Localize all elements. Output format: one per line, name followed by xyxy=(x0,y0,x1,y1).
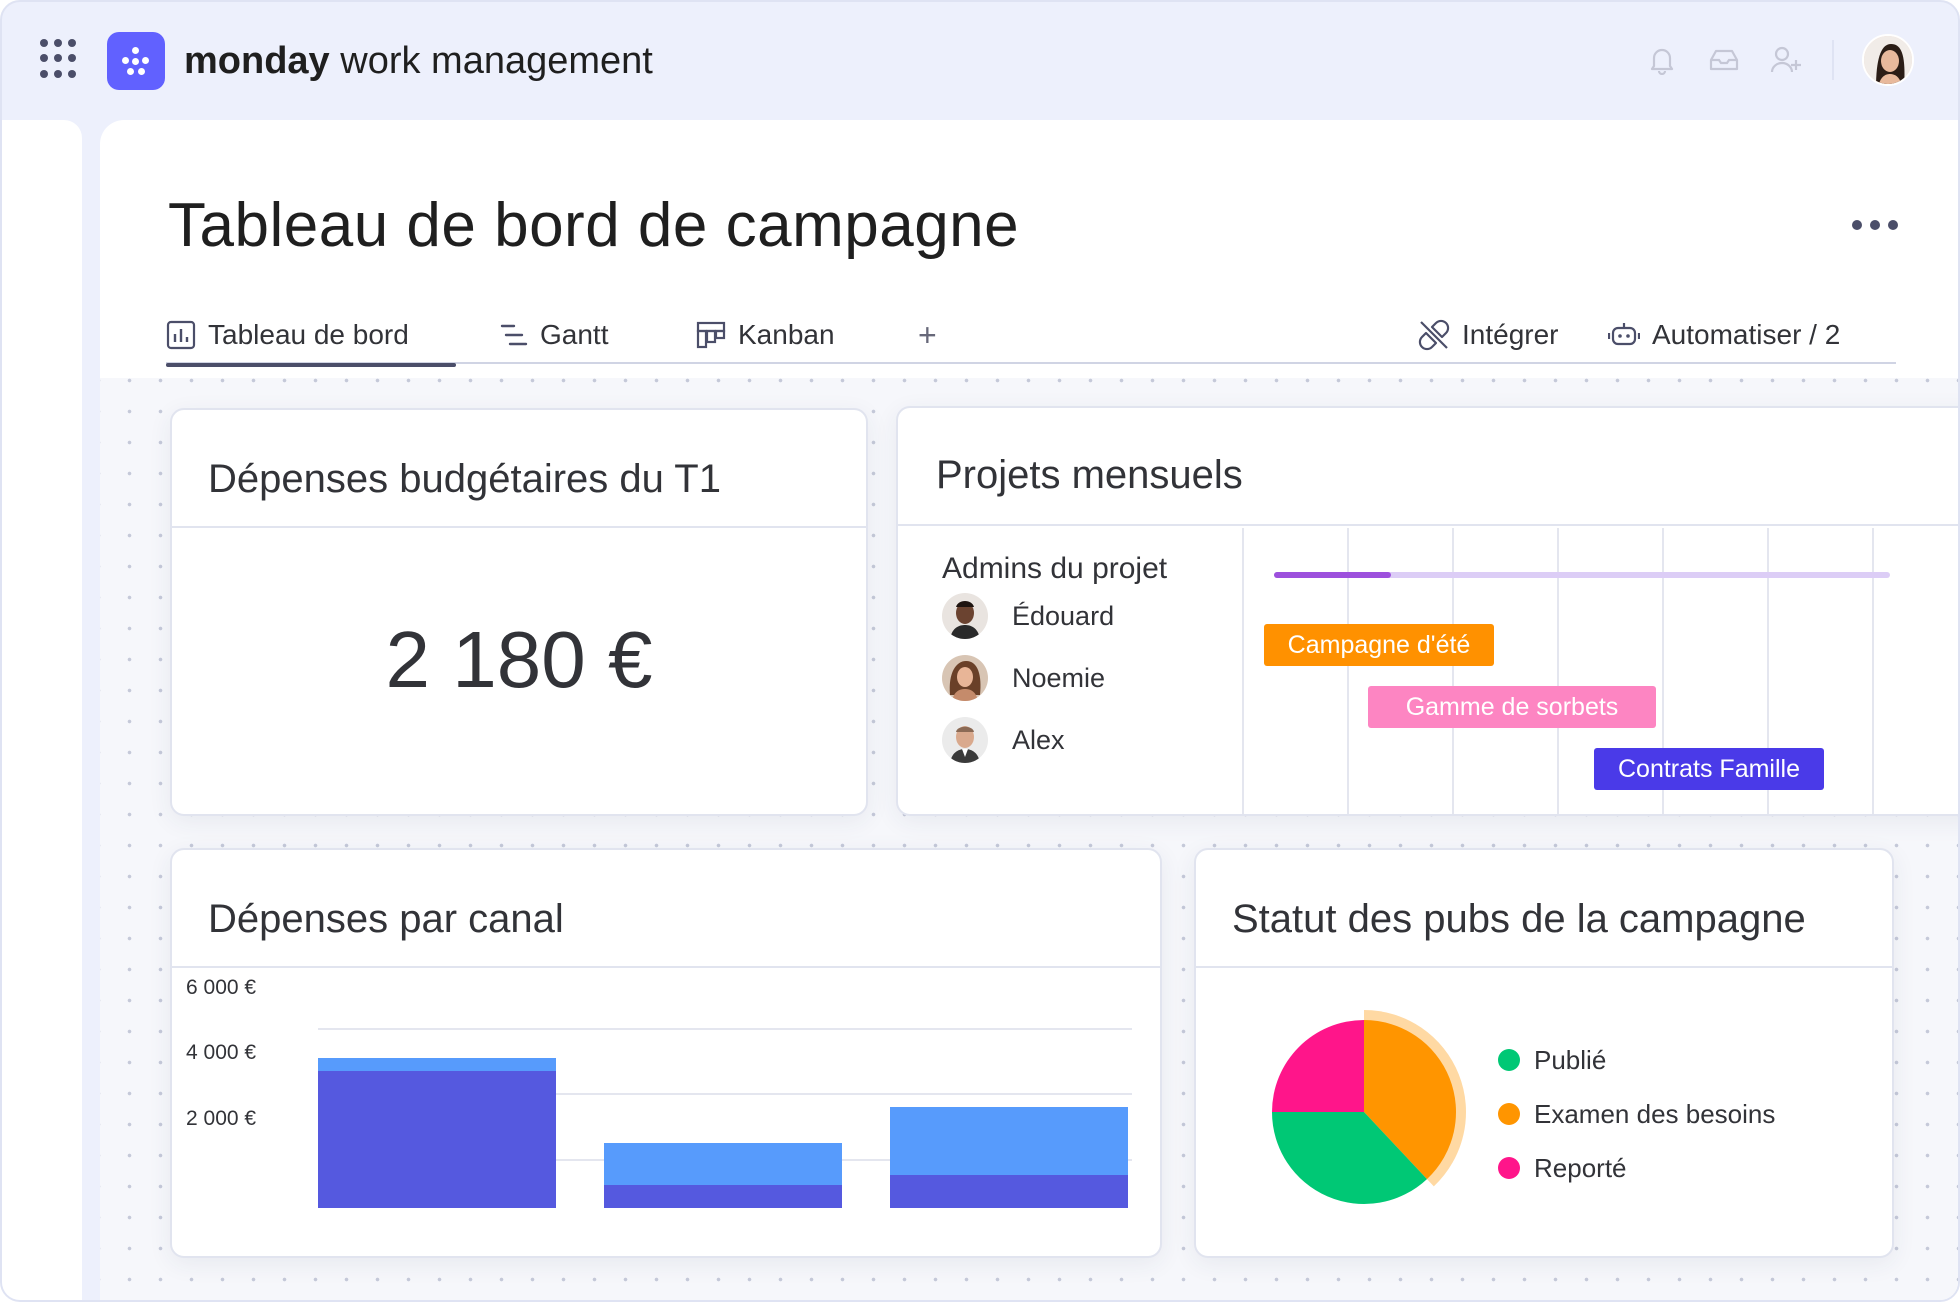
admins-label: Admins du projet xyxy=(942,552,1168,585)
bar-segment[interactable] xyxy=(604,1185,842,1208)
tab-dashboard[interactable]: Tableau de bord xyxy=(166,306,456,367)
status-widget[interactable]: Statut des pubs de la campagne Publié Exa… xyxy=(1194,848,1894,1258)
top-bar: monday work management xyxy=(2,2,1958,120)
legend-item[interactable]: Reporté xyxy=(1498,1150,1627,1186)
legend-label: Publié xyxy=(1534,1044,1607,1075)
bar-segment[interactable] xyxy=(890,1175,1128,1208)
widget-header: Projets mensuels xyxy=(898,408,1958,526)
timeline-progress xyxy=(1274,572,1391,578)
budget-value: 2 180 € xyxy=(385,615,653,704)
list-item[interactable]: Alex xyxy=(942,716,1065,764)
invite-members-icon[interactable] xyxy=(1768,42,1804,78)
automate-button[interactable]: Automatiser / 2 xyxy=(1608,306,1840,364)
chart-gridline xyxy=(318,1028,1132,1030)
dashboard-area: Dépenses budgétaires du T1 2 180 € Proje… xyxy=(100,378,1958,1300)
app-window: monday work management Tableau de bord d… xyxy=(0,0,1960,1302)
widget-title: Dépenses budgétaires du T1 xyxy=(208,457,721,501)
more-options-icon[interactable] xyxy=(1844,220,1898,230)
inbox-icon[interactable] xyxy=(1706,42,1742,78)
list-item[interactable]: Édouard xyxy=(942,592,1114,640)
avatar xyxy=(942,593,988,639)
widget-header: Dépenses par canal xyxy=(172,850,1160,968)
legend-label: Reporté xyxy=(1534,1152,1627,1183)
tab-kanban[interactable]: Kanban xyxy=(696,306,835,364)
y-tick-label: 4 000 € xyxy=(186,1041,257,1065)
gantt-gridline xyxy=(1872,528,1874,814)
gantt-icon xyxy=(500,322,528,348)
tab-gantt[interactable]: Gantt xyxy=(500,306,608,364)
brand-name: monday work management xyxy=(184,40,653,82)
view-tabs: Tableau de bord Gantt Kanban + Intégrer xyxy=(166,306,1896,367)
main-content: Tableau de bord de campagne Tableau de b… xyxy=(100,120,1958,1300)
widget-title: Statut des pubs de la campagne xyxy=(1232,897,1806,941)
divider xyxy=(1832,40,1834,80)
avatar xyxy=(942,717,988,763)
top-actions xyxy=(1618,30,1914,90)
widget-header: Dépenses budgétaires du T1 xyxy=(172,410,866,528)
page-title: Tableau de bord de campagne xyxy=(168,191,1020,260)
left-sidebar xyxy=(2,120,82,1300)
dashboard-icon xyxy=(166,320,196,350)
list-item[interactable]: Noemie xyxy=(942,654,1105,702)
status-pie-chart xyxy=(1272,1010,1466,1204)
gantt-bar-contrats[interactable]: Contrats Famille xyxy=(1594,748,1824,790)
pie-slice[interactable] xyxy=(1272,1020,1364,1112)
avatar xyxy=(942,655,988,701)
monday-logo-icon xyxy=(107,32,165,90)
bell-icon[interactable] xyxy=(1644,42,1680,78)
integrate-button[interactable]: Intégrer xyxy=(1418,306,1559,364)
gantt-gridline xyxy=(1557,528,1559,814)
widget-header: Statut des pubs de la campagne xyxy=(1196,850,1892,968)
legend-dot xyxy=(1498,1103,1520,1125)
y-tick-label: 6 000 € xyxy=(186,976,257,999)
gantt-gridline xyxy=(1242,528,1244,814)
y-tick-label: 2 000 € xyxy=(186,1106,257,1130)
spend-widget[interactable]: Dépenses par canal 6 000 € 4 000 € 2 000 € xyxy=(170,848,1162,1258)
gantt-bar-campagne[interactable]: Campagne d'été xyxy=(1264,624,1494,666)
gantt-gridline xyxy=(1452,528,1454,814)
integrate-icon xyxy=(1418,319,1450,351)
legend-label: Examen des besoins xyxy=(1534,1098,1776,1129)
robot-icon xyxy=(1608,320,1640,350)
bar-segment[interactable] xyxy=(318,1070,556,1208)
legend-dot xyxy=(1498,1049,1520,1071)
kanban-icon xyxy=(696,320,726,350)
gantt-bar-sorbets[interactable]: Gamme de sorbets xyxy=(1368,686,1656,728)
bar-segment[interactable] xyxy=(604,1142,842,1186)
budget-widget[interactable]: Dépenses budgétaires du T1 2 180 € xyxy=(170,408,868,816)
bar-segment[interactable] xyxy=(890,1106,1128,1176)
widget-title: Projets mensuels xyxy=(936,453,1243,497)
legend-item[interactable]: Publié xyxy=(1498,1042,1606,1078)
legend-item[interactable]: Examen des besoins xyxy=(1498,1096,1775,1132)
app-grid-icon[interactable] xyxy=(40,39,80,79)
bar-segment[interactable] xyxy=(318,1057,556,1071)
add-view-button[interactable]: + xyxy=(918,306,937,364)
widget-title: Dépenses par canal xyxy=(208,897,564,941)
gantt-gridline xyxy=(1347,528,1349,814)
legend-dot xyxy=(1498,1157,1520,1179)
projects-widget[interactable]: Projets mensuels Admins du projet Édouar… xyxy=(896,406,1958,816)
user-avatar[interactable] xyxy=(1862,34,1914,86)
